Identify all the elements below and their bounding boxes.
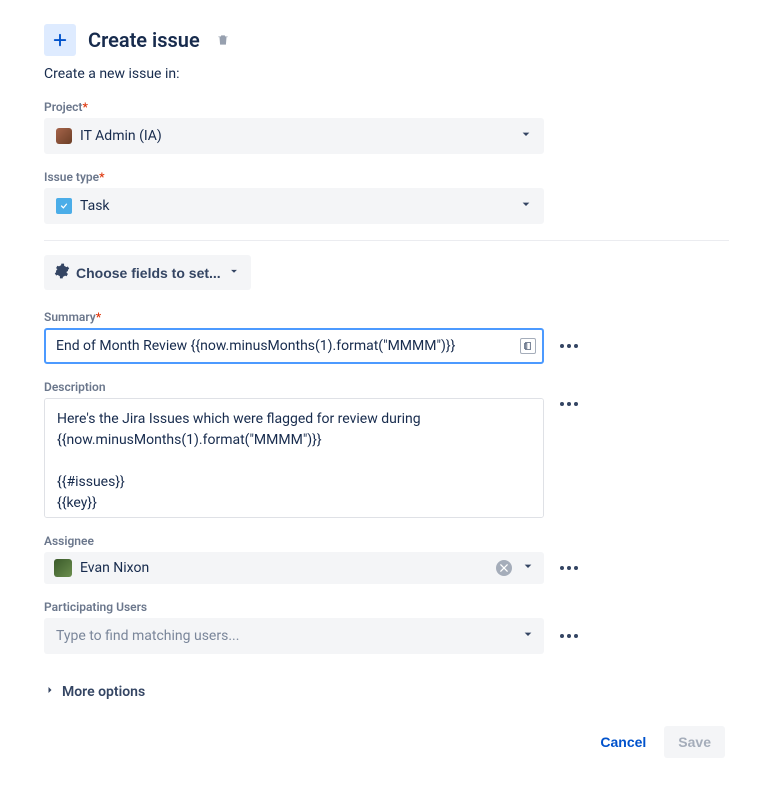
- more-actions-icon[interactable]: [556, 562, 582, 574]
- chevron-down-icon: [518, 196, 534, 216]
- section-divider: [44, 240, 729, 241]
- project-avatar-icon: [56, 128, 72, 144]
- plus-icon: [44, 24, 76, 56]
- trash-icon[interactable]: [216, 33, 230, 47]
- participating-select[interactable]: Type to find matching users...: [44, 618, 544, 654]
- more-options-label: More options: [62, 684, 145, 700]
- assignee-select[interactable]: Evan Nixon: [44, 552, 544, 584]
- participating-label: Participating Users: [44, 600, 729, 614]
- choose-fields-label: Choose fields to set...: [76, 265, 221, 281]
- clear-icon[interactable]: [496, 560, 512, 576]
- description-textarea[interactable]: [44, 398, 544, 518]
- project-value: IT Admin (IA): [80, 128, 162, 144]
- chevron-down-icon: [520, 558, 536, 578]
- save-button[interactable]: Save: [664, 726, 725, 758]
- more-actions-icon[interactable]: [556, 340, 582, 352]
- summary-input[interactable]: [44, 328, 544, 364]
- chevron-down-icon: [518, 126, 534, 146]
- chevron-down-icon: [227, 264, 241, 281]
- assignee-label: Assignee: [44, 534, 729, 548]
- issuetype-label: Issue type*: [44, 170, 729, 184]
- more-options-toggle[interactable]: More options: [44, 684, 145, 700]
- assignee-value: Evan Nixon: [80, 560, 149, 576]
- project-select[interactable]: IT Admin (IA): [44, 118, 544, 154]
- gear-icon: [54, 263, 70, 282]
- more-actions-icon[interactable]: [556, 630, 582, 642]
- project-label: Project*: [44, 100, 729, 114]
- choose-fields-button[interactable]: Choose fields to set...: [44, 255, 251, 290]
- subtitle-text: Create a new issue in:: [44, 66, 729, 82]
- chevron-down-icon: [520, 626, 536, 646]
- page-title: Create issue: [88, 28, 200, 52]
- issuetype-select[interactable]: Task: [44, 188, 544, 224]
- task-icon: [56, 198, 72, 214]
- issuetype-value: Task: [80, 198, 110, 214]
- more-actions-icon[interactable]: [556, 398, 582, 410]
- description-label: Description: [44, 380, 729, 394]
- cancel-button[interactable]: Cancel: [590, 726, 656, 758]
- smart-value-icon[interactable]: [520, 338, 536, 354]
- user-avatar-icon: [54, 559, 72, 577]
- chevron-right-icon: [44, 684, 56, 700]
- participating-placeholder: Type to find matching users...: [56, 628, 239, 644]
- summary-label: Summary*: [44, 310, 729, 324]
